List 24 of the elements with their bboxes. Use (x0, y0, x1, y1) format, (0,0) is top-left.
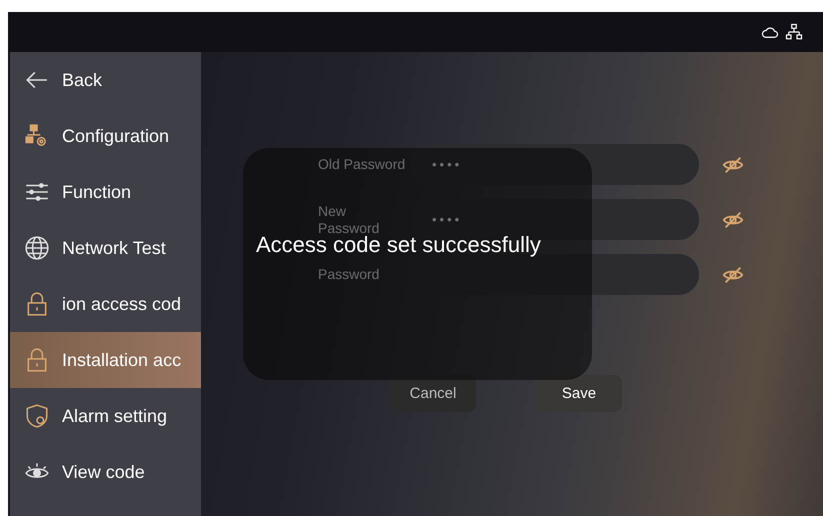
sidebar-item-label: View code (62, 462, 145, 482)
sidebar-item-label: Installation acc (62, 350, 182, 370)
field-label: Password (318, 266, 380, 283)
sidebar-item[interactable]: ion access cod (10, 276, 201, 332)
sidebar-item-label: Back (62, 70, 102, 90)
sidebar-item[interactable]: Alarm setting (10, 388, 201, 444)
sidebar-item-label: Alarm setting (62, 406, 168, 426)
sidebar-item[interactable]: Configuration (10, 108, 201, 164)
shield-gear-icon (24, 403, 50, 429)
globe-icon (24, 235, 50, 261)
sidebar-item[interactable]: View code (10, 444, 201, 500)
field-label: Old Password (318, 156, 406, 173)
sidebar-item[interactable]: Function (10, 164, 201, 220)
sidebar-item[interactable]: Network Test (10, 220, 201, 276)
sidebar-item[interactable]: Installation acc (10, 332, 201, 388)
sidebar-item-label: Configuration (62, 126, 170, 146)
cloud-icon (761, 25, 779, 39)
sidebar-item-label: Function (62, 182, 132, 202)
network-icon (785, 23, 803, 41)
sidebar-item-label: ion access cod (62, 294, 182, 314)
cancel-button[interactable]: Cancel (390, 375, 476, 412)
save-button[interactable]: Save (536, 375, 622, 412)
sidebar-item[interactable]: Back (10, 52, 201, 108)
sidebar-item-label: Network Test (62, 238, 166, 258)
